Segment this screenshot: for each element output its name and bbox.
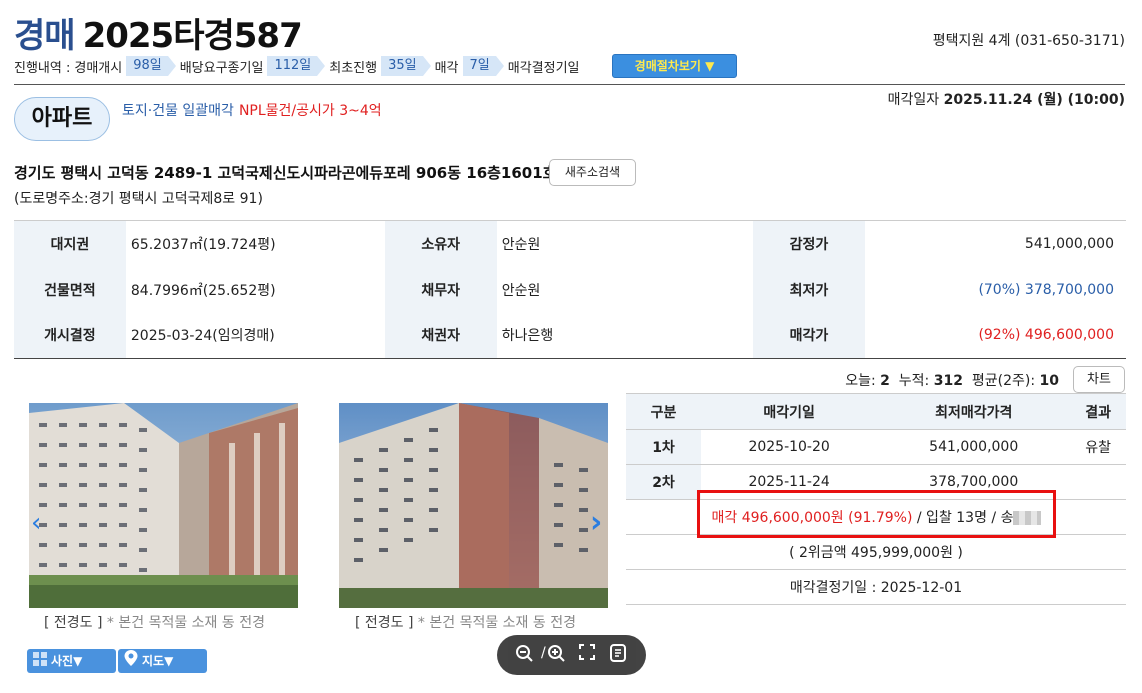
total-value: 312: [933, 373, 963, 389]
history-header: 매각기일: [701, 393, 878, 430]
history-round: 2차: [626, 464, 701, 500]
sold-price-label: 매각가: [752, 312, 865, 359]
property-tags: 토지·건물 일괄매각 NPL물건/공시가 3~4억: [122, 100, 382, 120]
timeline-step-days: 112일: [267, 56, 325, 76]
avg-label: 평균(2주):: [971, 373, 1036, 389]
road-address: (도로명주소:경기 평택시 고덕국제8로 91): [14, 191, 263, 207]
sale-date-label: 매각일자: [887, 92, 940, 108]
timeline-step-label: 최초진행: [329, 60, 378, 76]
decision-date: 매각결정기일 : 2025-12-01: [626, 569, 1126, 605]
start-value: 2025-03-24(임의경매): [130, 328, 275, 345]
appraisal-value: 541,000,000: [1024, 235, 1114, 252]
caption-title: [ 전경도 ]: [355, 615, 414, 631]
sale-result-amount: 매각 496,600,000원 (91.79%): [711, 510, 913, 526]
grid-icon: [33, 650, 47, 674]
caption-desc: * 본건 목적물 소재 동 전경: [106, 615, 265, 631]
caption-desc: * 본건 목적물 소재 동 전경: [417, 615, 576, 631]
table-row: 1차 2025-10-20 541,000,000 유찰: [626, 429, 1126, 465]
photos-button-label: 사진▼: [51, 654, 83, 668]
procedure-view-button[interactable]: 경매절차보기 ▼: [612, 54, 737, 78]
property-photo[interactable]: [29, 403, 298, 608]
bulk-sale-tag: 토지·건물 일괄매각: [122, 103, 234, 119]
timeline-step-label: 배당요구종기일: [179, 60, 264, 76]
history-round: 1차: [626, 429, 701, 465]
min-price-label: 최저가: [752, 266, 865, 313]
creditor-label: 채권자: [384, 312, 497, 359]
property-type-badge: 아파트: [14, 97, 110, 141]
viewer-toolbar: /: [497, 635, 646, 675]
next-photo-arrow-icon[interactable]: ›: [590, 505, 602, 540]
owner-label: 소유자: [384, 220, 497, 267]
photos-button[interactable]: 사진▼: [27, 649, 116, 673]
creditor-value: 하나은행: [501, 328, 554, 345]
history-result: [1070, 464, 1126, 500]
document-icon[interactable]: [609, 644, 627, 666]
debtor-label: 채무자: [384, 266, 497, 313]
history-date: 2025-10-20: [701, 429, 878, 465]
history-price: 541,000,000: [877, 429, 1071, 465]
page-separator: /: [541, 645, 546, 661]
building-label: 건물면적: [14, 266, 126, 313]
court-info: 평택지원 4계 (031-650-3171): [932, 33, 1125, 49]
history-header: 구분: [626, 393, 701, 430]
table-row: ( 2위금액 495,999,000원 ): [626, 534, 1126, 570]
land-label: 대지권: [14, 220, 126, 267]
sale-date: 매각일자 2025.11.24 (월) (10:00): [888, 89, 1125, 109]
timeline-step-days: 7일: [462, 56, 505, 76]
min-price-value: (70%) 378,700,000: [978, 281, 1114, 298]
sale-result-detail: / 입찰 13명 / 송: [916, 510, 1014, 526]
sale-date-value: 2025.11.24 (월) (10:00): [943, 92, 1125, 108]
case-title: 경매 2025타경587: [14, 8, 303, 57]
timeline-last-step: 매각결정기일: [507, 60, 580, 76]
npl-tag[interactable]: NPL물건/공시가 3~4억: [239, 103, 382, 119]
timeline-prefix: 진행내역 :: [14, 60, 71, 76]
photo-caption: [ 전경도 ] * 본건 목적물 소재 동 전경: [44, 612, 265, 632]
table-row: 매각결정기일 : 2025-12-01: [626, 569, 1126, 605]
owner-value: 안순원: [501, 236, 541, 253]
building-value: 84.7996㎡(25.652평): [130, 282, 276, 299]
progress-timeline: 진행내역 : 경매개시 98일 배당요구종기일 112일 최초진행 35일 매각…: [14, 55, 584, 77]
land-value: 65.2037㎡(19.724평): [130, 236, 276, 253]
appraisal-label: 감정가: [752, 220, 865, 267]
new-address-search-button[interactable]: 새주소검색: [549, 159, 636, 186]
case-kind: 경매: [14, 16, 76, 56]
prev-photo-arrow-icon[interactable]: ‹: [31, 508, 41, 538]
debtor-value: 안순원: [501, 282, 541, 299]
timeline-step-days: 35일: [381, 56, 431, 76]
total-label: 누적:: [898, 373, 930, 389]
view-stats: 오늘: 2 누적: 312 평균(2주): 10: [845, 370, 1059, 390]
caption-title: [ 전경도 ]: [44, 615, 103, 631]
history-result: 유찰: [1070, 429, 1126, 465]
redacted-blur: [1013, 511, 1042, 525]
map-button-label: 지도▼: [142, 654, 174, 668]
case-number: 2025타경587: [82, 16, 303, 56]
second-bid: ( 2위금액 495,999,000원 ): [626, 534, 1126, 570]
today-label: 오늘:: [845, 373, 876, 389]
map-button[interactable]: 지도▼: [118, 649, 207, 673]
timeline-step-label: 경매개시: [74, 60, 123, 76]
zoom-out-icon[interactable]: [515, 644, 533, 666]
property-photo[interactable]: [339, 403, 608, 608]
photo-caption: [ 전경도 ] * 본건 목적물 소재 동 전경: [355, 612, 576, 632]
history-header: 최저매각가격: [877, 393, 1071, 430]
history-header: 결과: [1070, 393, 1126, 430]
chart-button[interactable]: 차트: [1073, 366, 1125, 393]
property-info-table: 대지권 65.2037㎡(19.724평) 소유자 안순원 감정가 541,00…: [14, 220, 1126, 359]
fullscreen-icon[interactable]: [579, 644, 595, 664]
today-value: 2: [880, 373, 890, 389]
timeline-step-label: 매각: [434, 60, 459, 76]
zoom-in-icon[interactable]: [547, 644, 565, 666]
divider: [14, 84, 1125, 85]
start-label: 개시결정: [14, 312, 126, 359]
avg-value: 10: [1039, 373, 1059, 389]
sold-price-value: (92%) 496,600,000: [978, 327, 1114, 344]
timeline-step-days: 98일: [126, 56, 176, 76]
sale-result: 매각 496,600,000원 (91.79%) / 입찰 13명 / 송: [700, 507, 1053, 527]
map-pin-icon: [124, 649, 138, 674]
property-address: 경기도 평택시 고덕동 2489-1 고덕국제신도시파라곤에듀포레 906동 1…: [14, 164, 557, 182]
